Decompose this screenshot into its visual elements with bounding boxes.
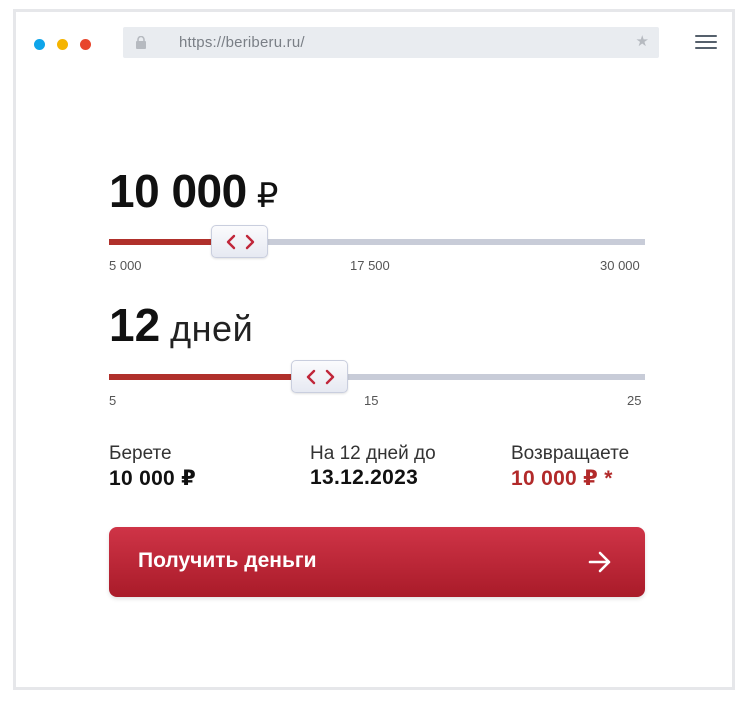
get-money-button-label: Получить деньги bbox=[138, 549, 317, 572]
amount-slider-handle[interactable] bbox=[210, 225, 268, 258]
term-heading: 12 дней bbox=[109, 298, 253, 352]
get-money-button[interactable]: Получить деньги bbox=[109, 527, 645, 597]
term-min-label: 5 bbox=[109, 393, 117, 408]
take-value: 10 000 ₽ bbox=[109, 467, 197, 490]
window-dot-yellow bbox=[57, 39, 68, 50]
hamburger-menu-icon[interactable] bbox=[695, 35, 717, 51]
amount-min-label: 5 000 bbox=[109, 258, 142, 273]
term-max-label: 25 bbox=[627, 393, 642, 408]
amount-heading: 10 000 ₽ bbox=[109, 164, 278, 218]
take-label: Берете bbox=[109, 443, 172, 464]
browser-window: https://beriberu.ru/ ★ 10 000 ₽ 5 000 17 … bbox=[13, 9, 735, 690]
amount-max-label: 30 000 bbox=[600, 258, 640, 273]
chevrons-left-right-icon bbox=[306, 369, 335, 385]
loan-calculator: 10 000 ₽ 5 000 17 500 30 000 12 дней 5 1… bbox=[106, 12, 646, 672]
amount-value: 10 000 bbox=[109, 165, 247, 217]
chevrons-left-right-icon bbox=[226, 234, 254, 250]
return-label: Возвращаете bbox=[511, 443, 630, 464]
amount-mid-label: 17 500 bbox=[350, 258, 390, 273]
term-slider-fill bbox=[109, 374, 297, 380]
term-slider-track[interactable] bbox=[109, 374, 645, 380]
return-value: 10 000 ₽ * bbox=[511, 467, 613, 490]
until-value: 13.12.2023 bbox=[310, 466, 419, 489]
term-value: 12 bbox=[109, 299, 161, 351]
amount-slider-fill bbox=[109, 239, 217, 245]
window-dot-blue bbox=[34, 39, 45, 50]
term-mid-label: 15 bbox=[364, 393, 379, 408]
window-dot-red bbox=[80, 39, 91, 50]
term-slider-handle[interactable] bbox=[291, 360, 349, 393]
amount-currency: ₽ bbox=[256, 177, 279, 215]
term-unit: дней bbox=[170, 308, 254, 349]
until-label: На 12 дней до bbox=[310, 443, 436, 464]
amount-slider-track[interactable] bbox=[109, 239, 645, 245]
arrow-right-icon bbox=[588, 551, 611, 573]
